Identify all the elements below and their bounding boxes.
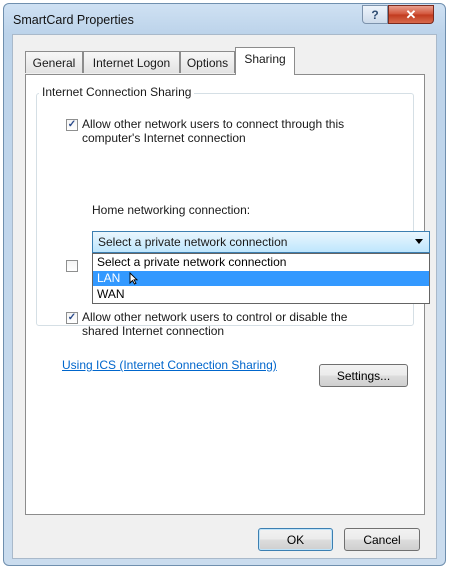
sharing-tab-panel: Internet Connection Sharing ✓ Allow othe… xyxy=(25,74,430,515)
help-button[interactable]: ? xyxy=(362,5,388,24)
home-networking-dropdown-list: Select a private network connection LAN … xyxy=(92,253,430,304)
ics-group-title: Internet Connection Sharing xyxy=(39,85,195,99)
tab-general[interactable]: General xyxy=(25,51,83,73)
title-bar[interactable]: SmartCard Properties ? ✕ xyxy=(4,4,445,34)
tab-sharing[interactable]: Sharing xyxy=(235,47,295,75)
allow-connect-label[interactable]: Allow other network users to connect thr… xyxy=(82,117,344,145)
dialog-client-area: General Internet Logon Options Sharing I… xyxy=(12,34,437,559)
close-button[interactable]: ✕ xyxy=(388,5,434,24)
properties-dialog: SmartCard Properties ? ✕ General Interne… xyxy=(3,3,446,566)
window-title: SmartCard Properties xyxy=(13,13,134,27)
allow-control-label[interactable]: Allow other network users to control or … xyxy=(82,310,347,338)
checkmark-icon: ✓ xyxy=(67,119,77,130)
home-networking-select-value: Select a private network connection xyxy=(98,235,288,249)
ok-button[interactable]: OK xyxy=(258,528,333,551)
mouse-pointer-icon xyxy=(129,272,138,285)
tab-internet-logon[interactable]: Internet Logon xyxy=(83,51,180,73)
dropdown-option-wan[interactable]: WAN xyxy=(93,287,429,302)
close-icon: ✕ xyxy=(405,6,417,22)
checkmark-icon: ✓ xyxy=(67,312,77,323)
home-networking-select[interactable]: Select a private network connection xyxy=(92,231,430,253)
settings-button[interactable]: Settings... xyxy=(319,364,408,387)
dropdown-option-lan[interactable]: LAN xyxy=(93,271,429,286)
home-networking-label: Home networking connection: xyxy=(92,203,251,217)
allow-control-checkbox[interactable]: ✓ xyxy=(66,312,78,324)
dropdown-arrow-icon[interactable] xyxy=(415,239,423,244)
cancel-button[interactable]: Cancel xyxy=(344,528,420,551)
help-icon: ? xyxy=(371,7,379,22)
allow-connect-checkbox[interactable]: ✓ xyxy=(66,119,78,131)
dropdown-option-select-private[interactable]: Select a private network connection xyxy=(93,255,429,270)
tab-options[interactable]: Options xyxy=(180,51,235,73)
ics-help-link[interactable]: Using ICS (Internet Connection Sharing) xyxy=(62,358,277,372)
hidden-option-checkbox[interactable] xyxy=(66,260,78,272)
